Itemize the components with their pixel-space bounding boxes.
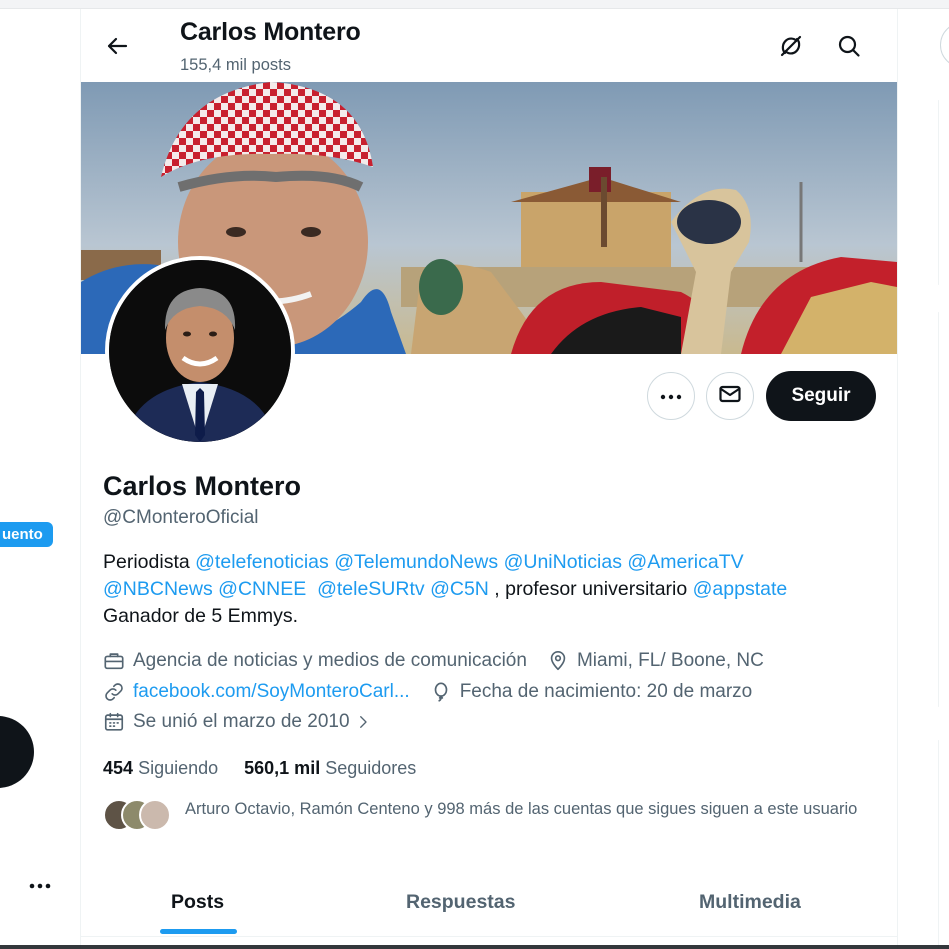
- meta-row-3[interactable]: Se unió el marzo de 2010: [103, 711, 380, 733]
- chevron-right-icon: [359, 716, 367, 728]
- following-label: Siguiendo: [138, 758, 219, 778]
- following-link[interactable]: 454 Siguiendo: [103, 758, 218, 779]
- profile-avatar[interactable]: [105, 256, 295, 446]
- meta-row-1: Agencia de noticias y medios de comunica…: [103, 650, 764, 672]
- calendar-icon: [104, 712, 124, 731]
- header-posts-count: 155,4 mil posts: [180, 56, 291, 74]
- followers-label: Seguidores: [325, 758, 417, 778]
- grok-icon[interactable]: [774, 29, 808, 63]
- mail-icon: [718, 382, 742, 411]
- window-bottom-edge: [0, 945, 949, 949]
- tab-respuestas[interactable]: Respuestas: [406, 867, 515, 937]
- right-search-field[interactable]: [940, 22, 949, 68]
- more-options-button[interactable]: [647, 372, 695, 420]
- bio-line-3: Ganador de 5 Emmys.: [103, 605, 299, 627]
- bio-mention-link[interactable]: @teleSURtv: [317, 578, 425, 600]
- profile-location: Miami, FL/ Boone, NC: [576, 650, 764, 671]
- bio-mention-link[interactable]: @NBCNews: [103, 578, 213, 600]
- profile-column: Carlos Montero 155,4 mil posts Seguir Ca…: [80, 9, 898, 949]
- profile-category: Agencia de noticias y medios de comunica…: [133, 650, 527, 671]
- bio-mention-link[interactable]: @appstate: [693, 578, 788, 600]
- browser-top-strip: [0, 0, 949, 9]
- profile-header-bar: Carlos Montero 155,4 mil posts: [81, 9, 897, 81]
- right-sidebar-card: [938, 740, 939, 949]
- bio-mention-link[interactable]: @TelemundoNews: [334, 551, 498, 573]
- bio-line-2: @NBCNews @CNNEE @teleSURtv @C5N , profes…: [103, 576, 883, 603]
- profile-website-link[interactable]: facebook.com/SoyMonteroCarl...: [133, 681, 410, 703]
- back-arrow-icon[interactable]: [99, 28, 135, 64]
- briefcase-icon: [104, 653, 124, 670]
- active-tab-indicator: [160, 929, 237, 934]
- bio-mention-link[interactable]: @AmericaTV: [627, 551, 743, 573]
- follow-stats: 454 Siguiendo 560,1 mil Seguidores: [103, 758, 442, 779]
- sidebar-post-button[interactable]: [0, 716, 34, 788]
- bio-text: , profesor universitario: [488, 578, 693, 600]
- tab-multimedia[interactable]: Multimedia: [699, 867, 801, 937]
- bio-mention-link[interactable]: @CNNEE: [218, 578, 306, 600]
- bio-mention-link[interactable]: @C5N: [430, 578, 489, 600]
- profile-joined: Se unió el marzo de 2010: [133, 711, 350, 732]
- bio-line-1: Periodista @telefenoticias @TelemundoNew…: [103, 549, 883, 576]
- sidebar-more-icon[interactable]: [26, 876, 54, 896]
- meta-row-2: facebook.com/SoyMonteroCarl... Fecha de …: [103, 681, 752, 703]
- sidebar-badge[interactable]: uento: [0, 522, 53, 547]
- location-pin-icon: [550, 651, 566, 671]
- right-sidebar-card: [938, 100, 939, 285]
- profile-birthday: Fecha de nacimiento: 20 de marzo: [459, 681, 753, 702]
- link-icon: [105, 683, 123, 701]
- avatar: [139, 799, 171, 831]
- right-sidebar-card: [938, 312, 939, 707]
- message-button[interactable]: [706, 372, 754, 420]
- follow-button[interactable]: Seguir: [766, 371, 876, 421]
- more-icon: [660, 387, 682, 405]
- followers-link[interactable]: 560,1 mil Seguidores: [244, 758, 416, 779]
- mutual-followers-text: Arturo Octavio, Ramón Centeno y 998 más …: [185, 800, 858, 818]
- bio-text: Periodista: [103, 551, 196, 573]
- profile-bio: Periodista @telefenoticias @TelemundoNew…: [103, 549, 883, 630]
- balloon-icon: [434, 682, 448, 702]
- header-title: Carlos Montero: [180, 18, 361, 46]
- bio-mention-link[interactable]: @telefenoticias: [195, 551, 329, 573]
- mutual-followers[interactable]: Arturo Octavio, Ramón Centeno y 998 más …: [103, 799, 883, 831]
- tab-posts[interactable]: Posts: [171, 867, 224, 937]
- bio-text: [306, 578, 317, 600]
- bio-mention-link[interactable]: @UniNoticias: [504, 551, 622, 573]
- profile-tabs: Posts Respuestas Multimedia: [81, 867, 897, 937]
- profile-handle: @CMonteroOficial: [103, 507, 259, 528]
- search-icon[interactable]: [832, 29, 866, 63]
- profile-name: Carlos Montero: [103, 471, 302, 501]
- followers-count: 560,1 mil: [244, 758, 321, 778]
- following-count: 454: [103, 758, 134, 778]
- mutual-avatars: [103, 799, 173, 831]
